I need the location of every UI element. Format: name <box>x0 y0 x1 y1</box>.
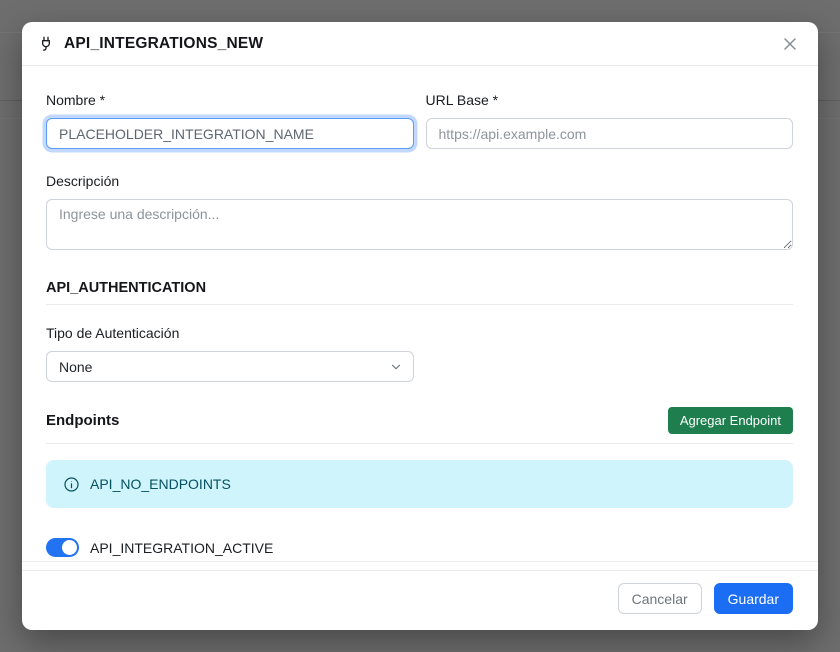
save-button[interactable]: Guardar <box>714 583 793 614</box>
modal-body: Nombre * URL Base * Descripción API_AUTH… <box>22 66 818 557</box>
integration-active-label: API_INTEGRATION_ACTIVE <box>90 540 273 556</box>
endpoints-section-title: Endpoints <box>46 412 119 429</box>
url-field-group: URL Base * <box>426 92 794 149</box>
name-label: Nombre * <box>46 92 414 108</box>
cancel-button[interactable]: Cancelar <box>618 583 702 614</box>
chevron-down-icon <box>389 360 403 377</box>
auth-type-selected-value: None <box>59 359 92 375</box>
url-base-label: URL Base * <box>426 92 794 108</box>
close-icon[interactable] <box>778 32 802 56</box>
body-end-divider <box>22 561 818 562</box>
description-textarea[interactable] <box>46 199 793 250</box>
name-field-group: Nombre * <box>46 92 414 149</box>
name-url-row: Nombre * URL Base * <box>46 92 793 149</box>
description-label: Descripción <box>46 173 793 189</box>
plug-icon <box>38 36 54 52</box>
modal-footer-wrap: Cancelar Guardar <box>22 561 818 630</box>
no-endpoints-alert: API_NO_ENDPOINTS <box>46 460 793 508</box>
active-toggle-row: API_INTEGRATION_ACTIVE <box>46 538 793 557</box>
auth-type-select[interactable]: None <box>46 351 414 382</box>
name-input[interactable] <box>46 118 414 149</box>
no-endpoints-message: API_NO_ENDPOINTS <box>90 476 231 492</box>
modal-footer: Cancelar Guardar <box>22 570 818 630</box>
api-integration-modal: API_INTEGRATIONS_NEW Nombre * URL Base *… <box>22 22 818 630</box>
toggle-knob <box>62 540 77 555</box>
auth-section-divider <box>46 304 793 305</box>
integration-active-toggle[interactable] <box>46 538 79 557</box>
endpoints-divider <box>46 443 793 444</box>
auth-section-title: API_AUTHENTICATION <box>46 280 793 296</box>
endpoints-header-row: Endpoints Agregar Endpoint <box>46 407 793 434</box>
auth-type-label: Tipo de Autenticación <box>46 325 793 341</box>
description-field-group: Descripción <box>46 173 793 255</box>
url-base-input[interactable] <box>426 118 794 149</box>
add-endpoint-button[interactable]: Agregar Endpoint <box>668 407 793 434</box>
modal-title: API_INTEGRATIONS_NEW <box>64 35 263 53</box>
modal-header: API_INTEGRATIONS_NEW <box>22 22 818 66</box>
info-icon <box>63 476 80 493</box>
